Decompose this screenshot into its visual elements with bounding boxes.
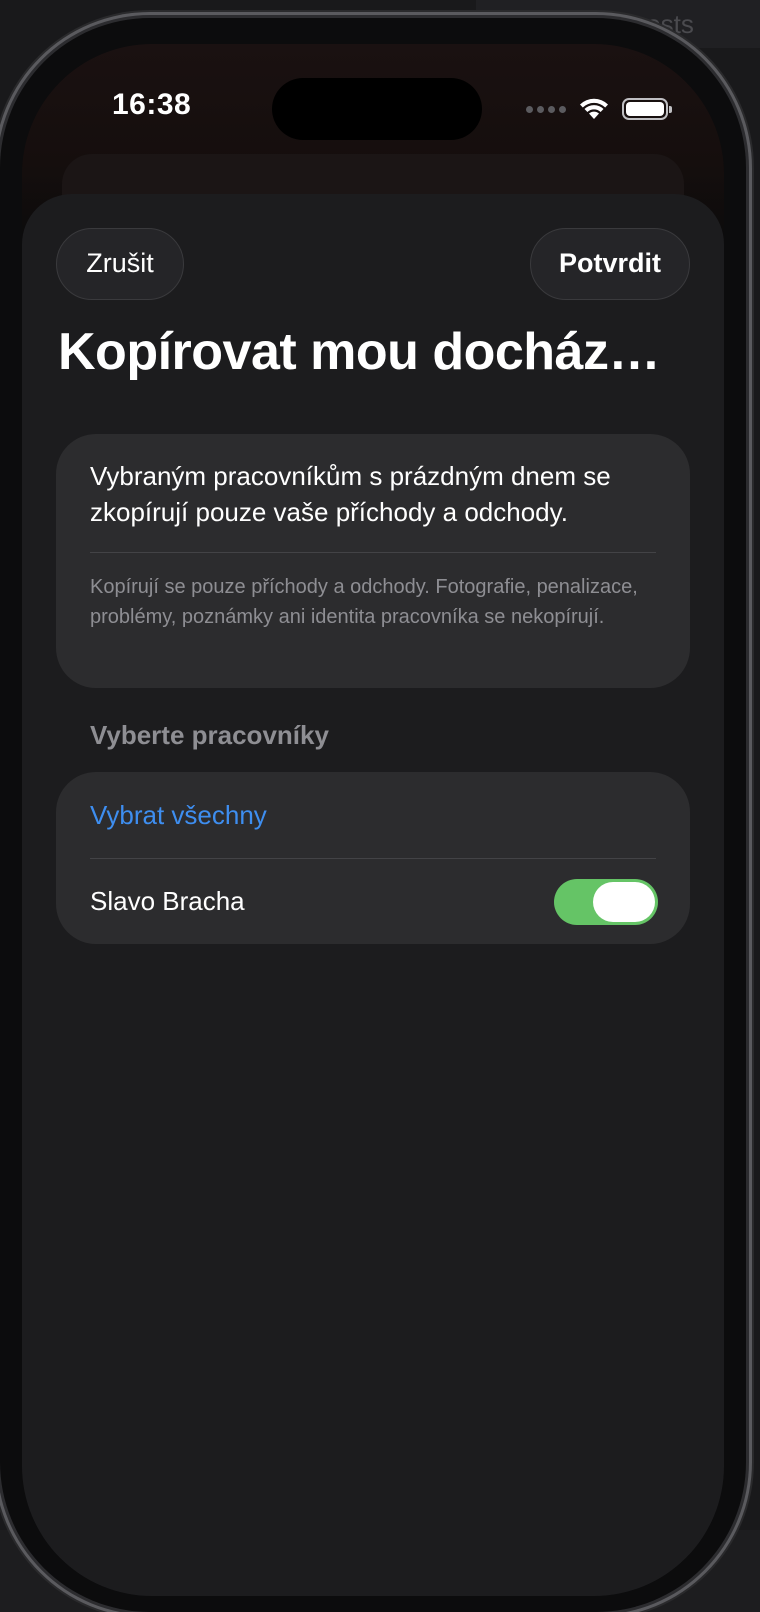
info-note-text: Kopírují se pouze příchody a odchody. Fo… [90,576,638,628]
battery-icon [622,98,672,120]
workers-section-header: Vyberte pracovníky [90,720,329,750]
confirm-button[interactable]: Potvrdit [530,228,690,300]
cellular-icon [526,105,566,113]
phone-frame: 16:38 Zrušit Potvrdit Kopírovat mou doch… [0,18,746,1612]
page-title: Kopírovat mou docház… [58,323,660,381]
dynamic-island [272,78,482,140]
select-all-button[interactable]: Vybrat všechny [90,772,267,858]
phone-screen: 16:38 Zrušit Potvrdit Kopírovat mou doch… [22,44,724,1596]
workers-card: Vybrat všechny Slavo Bracha [56,772,690,944]
wifi-icon [580,98,608,119]
worker-name: Slavo Bracha [90,886,245,916]
worker-toggle[interactable] [554,879,658,925]
cancel-button[interactable]: Zrušit [56,228,184,300]
status-indicators [526,94,672,124]
list-item[interactable]: Slavo Bracha [56,859,690,944]
copy-attendance-sheet: Zrušit Potvrdit Kopírovat mou docház… Vy… [22,194,724,1596]
toggle-knob [593,882,655,922]
divider [90,552,656,553]
info-main-text: Vybraným pracovníkům s prázdným dnem se … [90,461,611,527]
info-card: Vybraným pracovníkům s prázdným dnem se … [56,434,690,688]
status-time: 16:38 [112,88,192,121]
